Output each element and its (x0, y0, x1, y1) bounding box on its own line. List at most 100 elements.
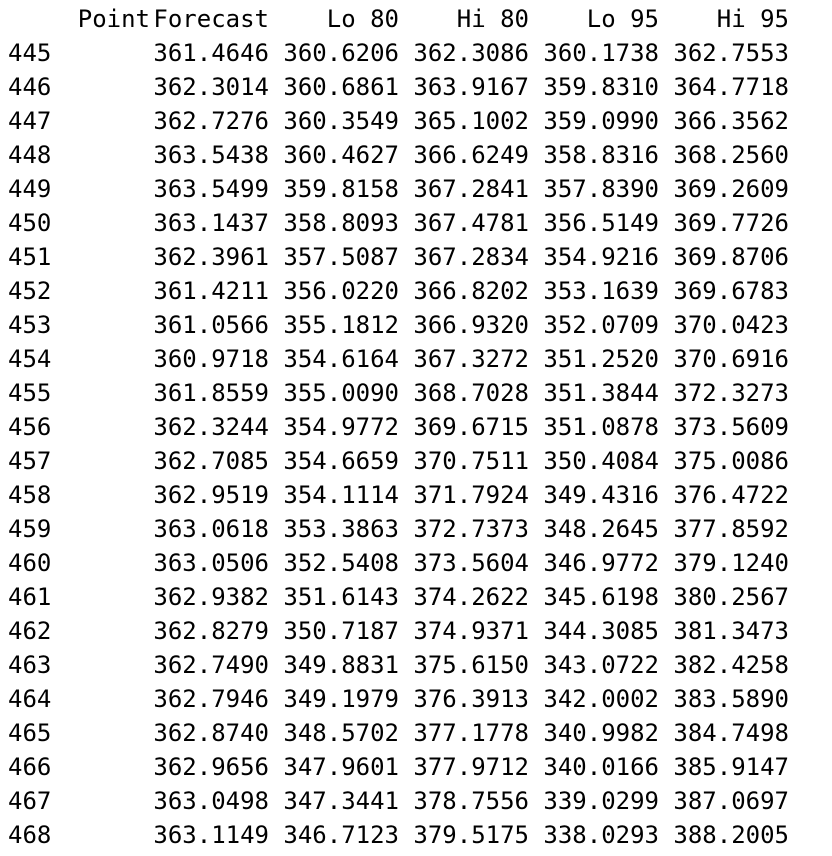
cell-lo80: 360.6861 (283, 73, 399, 101)
cell-lo80: 349.8831 (283, 651, 399, 679)
cell-forecast: 363.5499 (153, 175, 269, 203)
cell-lo95: 358.8316 (543, 141, 659, 169)
cell-point: 467 (8, 787, 52, 815)
table-row: 448 363.5438 360.4627 366.6249 358.8316 368.2… (0, 138, 832, 172)
cell-lo80: 350.7187 (283, 617, 399, 645)
cell-lo95: 351.2520 (543, 345, 659, 373)
table-row: 450 363.1437 358.8093 367.4781 356.5149 369.7… (0, 206, 832, 240)
table-header: Point Forecast Lo 80 Hi 80 Lo 95 Hi 95 (0, 2, 832, 36)
cell-lo95: 342.0002 (543, 685, 659, 713)
cell-lo95: 340.9982 (543, 719, 659, 747)
cell-forecast: 363.0498 (153, 787, 269, 815)
cell-hi80: 377.1778 (413, 719, 529, 747)
table-row: 459 363.0618 353.3863 372.7373 348.2645 377.8… (0, 512, 832, 546)
cell-forecast: 361.0566 (153, 311, 269, 339)
cell-forecast: 363.0618 (153, 515, 269, 543)
cell-hi80: 367.2834 (413, 243, 529, 271)
cell-hi95: 380.2567 (673, 583, 789, 611)
table-row: 453 361.0566 355.1812 366.9320 352.0709 370.0… (0, 308, 832, 342)
cell-forecast: 362.7276 (153, 107, 269, 135)
cell-hi80: 369.6715 (413, 413, 529, 441)
cell-hi80: 368.7028 (413, 379, 529, 407)
cell-forecast: 362.7085 (153, 447, 269, 475)
table-row: 463 362.7490 349.8831 375.6150 343.0722 382.4… (0, 648, 832, 682)
cell-forecast: 362.3244 (153, 413, 269, 441)
cell-forecast: 360.9718 (153, 345, 269, 373)
cell-lo95: 344.3085 (543, 617, 659, 645)
table-body: 445 361.4646 360.6206 362.3086 360.1738 362.7… (0, 36, 832, 852)
cell-point: 447 (8, 107, 52, 135)
cell-hi95: 381.3473 (673, 617, 789, 645)
cell-hi80: 378.7556 (413, 787, 529, 815)
cell-point: 453 (8, 311, 52, 339)
cell-hi95: 366.3562 (673, 107, 789, 135)
cell-hi80: 374.9371 (413, 617, 529, 645)
cell-hi95: 373.5609 (673, 413, 789, 441)
console-output: Point Forecast Lo 80 Hi 80 Lo 95 Hi 95 4… (0, 0, 832, 856)
cell-lo80: 347.9601 (283, 753, 399, 781)
cell-hi95: 369.8706 (673, 243, 789, 271)
cell-forecast: 362.9656 (153, 753, 269, 781)
table-row: 451 362.3961 357.5087 367.2834 354.9216 369.8… (0, 240, 832, 274)
cell-point: 460 (8, 549, 52, 577)
header-hi80: Hi 80 (456, 5, 529, 33)
cell-lo95: 351.3844 (543, 379, 659, 407)
cell-hi95: 379.1240 (673, 549, 789, 577)
table-row: 456 362.3244 354.9772 369.6715 351.0878 373.5… (0, 410, 832, 444)
cell-lo80: 346.7123 (283, 821, 399, 849)
cell-lo95: 339.0299 (543, 787, 659, 815)
cell-lo80: 353.3863 (283, 515, 399, 543)
cell-hi80: 377.9712 (413, 753, 529, 781)
cell-point: 461 (8, 583, 52, 611)
cell-point: 462 (8, 617, 52, 645)
cell-lo80: 351.6143 (283, 583, 399, 611)
cell-forecast: 361.8559 (153, 379, 269, 407)
cell-hi80: 363.9167 (413, 73, 529, 101)
cell-hi95: 382.4258 (673, 651, 789, 679)
cell-hi95: 376.4722 (673, 481, 789, 509)
cell-lo95: 352.0709 (543, 311, 659, 339)
table-row: 449 363.5499 359.8158 367.2841 357.8390 369.2… (0, 172, 832, 206)
cell-hi80: 367.2841 (413, 175, 529, 203)
cell-point: 451 (8, 243, 52, 271)
cell-lo80: 358.8093 (283, 209, 399, 237)
cell-point: 449 (8, 175, 52, 203)
table-row: 455 361.8559 355.0090 368.7028 351.3844 372.3… (0, 376, 832, 410)
cell-lo95: 343.0722 (543, 651, 659, 679)
cell-forecast: 361.4646 (153, 39, 269, 67)
cell-forecast: 362.8740 (153, 719, 269, 747)
cell-point: 445 (8, 39, 52, 67)
cell-hi80: 365.1002 (413, 107, 529, 135)
cell-hi95: 377.8592 (673, 515, 789, 543)
cell-point: 459 (8, 515, 52, 543)
cell-hi80: 362.3086 (413, 39, 529, 67)
cell-hi80: 375.6150 (413, 651, 529, 679)
cell-lo95: 354.9216 (543, 243, 659, 271)
cell-lo80: 360.4627 (283, 141, 399, 169)
cell-lo80: 357.5087 (283, 243, 399, 271)
cell-lo80: 352.5408 (283, 549, 399, 577)
cell-lo95: 338.0293 (543, 821, 659, 849)
cell-forecast: 362.9519 (153, 481, 269, 509)
cell-point: 446 (8, 73, 52, 101)
cell-hi95: 372.3273 (673, 379, 789, 407)
cell-hi95: 369.6783 (673, 277, 789, 305)
cell-lo80: 360.3549 (283, 107, 399, 135)
cell-lo95: 359.8310 (543, 73, 659, 101)
cell-hi95: 368.2560 (673, 141, 789, 169)
header-hi95: Hi 95 (716, 5, 789, 33)
table-row: 454 360.9718 354.6164 367.3272 351.2520 370.6… (0, 342, 832, 376)
cell-hi95: 384.7498 (673, 719, 789, 747)
table-row: 446 362.3014 360.6861 363.9167 359.8310 364.7… (0, 70, 832, 104)
cell-lo80: 360.6206 (283, 39, 399, 67)
cell-lo80: 354.9772 (283, 413, 399, 441)
cell-forecast: 361.4211 (153, 277, 269, 305)
cell-hi80: 366.8202 (413, 277, 529, 305)
table-row: 464 362.7946 349.1979 376.3913 342.0002 383.5… (0, 682, 832, 716)
cell-point: 463 (8, 651, 52, 679)
cell-point: 466 (8, 753, 52, 781)
cell-lo95: 359.0990 (543, 107, 659, 135)
table-row: 468 363.1149 346.7123 379.5175 338.0293 388.2… (0, 818, 832, 852)
table-row: 457 362.7085 354.6659 370.7511 350.4084 375.0… (0, 444, 832, 478)
cell-hi95: 383.5890 (673, 685, 789, 713)
